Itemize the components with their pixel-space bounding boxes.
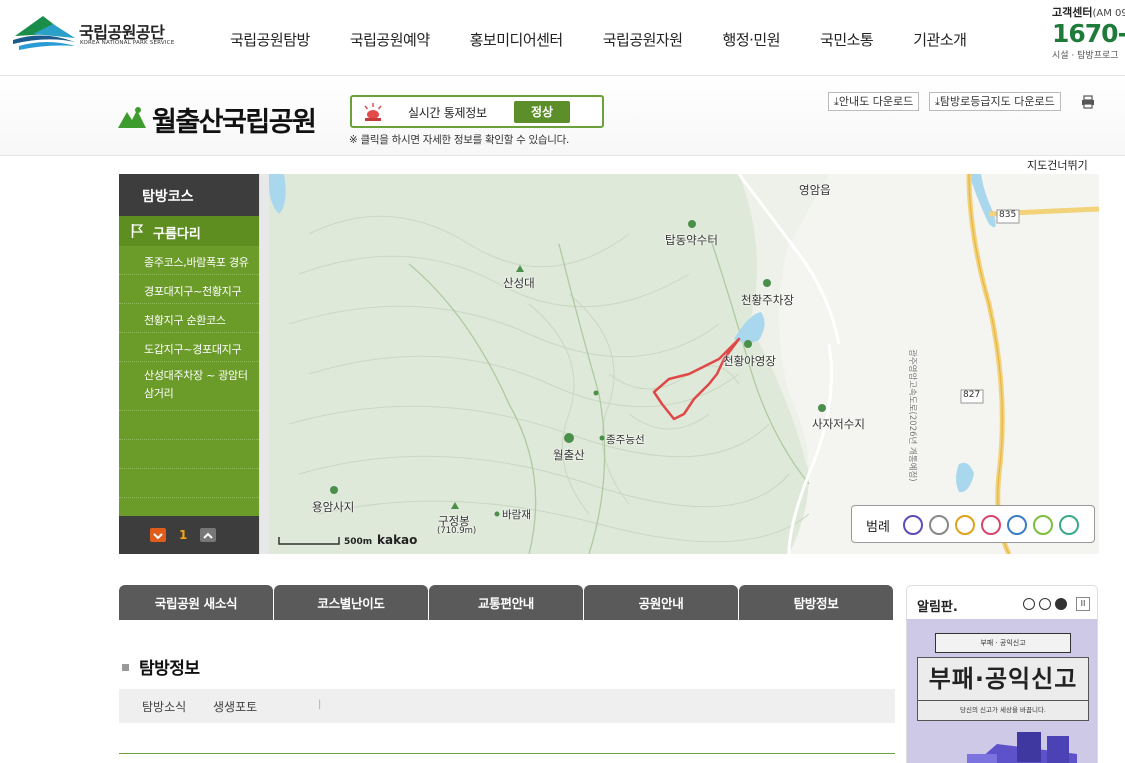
map-label-highway: 광주영암고속도로(2026년 개통예정) (907, 349, 917, 482)
parking-icon[interactable] (1007, 515, 1027, 535)
skip-map-link[interactable]: 지도건너뛰기 (1027, 157, 1088, 173)
legend-title: 범례 (866, 520, 890, 535)
chevron-up-icon[interactable] (200, 528, 216, 542)
subnav-separator: | (318, 699, 322, 710)
chevron-down-icon[interactable] (150, 528, 166, 542)
sidebar-item-active[interactable]: 구름다리 (119, 216, 275, 246)
cs-subtext: 시설 · 탐방프로그 (1052, 51, 1119, 61)
park-title-band: 월출산국립공원 실시간 통제정보 정상 ※ 클릭을 하시면 자세한 정보를 확인… (0, 76, 1125, 156)
siren-icon (364, 103, 382, 121)
map-label-baramjae: 바람재 (502, 509, 531, 521)
park-title: 월출산국립공원 (152, 107, 317, 138)
sidebar-title: 탐방코스 (119, 174, 259, 216)
road-number-835: 835 (999, 210, 1017, 220)
trail-course-sidebar: 탐방코스 구름다리 종주코스,바람폭포 경유 경포대지구~천황지구 천황지구 순… (119, 174, 275, 554)
banner-headline: 부패·공익신고 (917, 657, 1089, 701)
camp-icon[interactable] (955, 515, 975, 535)
water-icon[interactable] (1059, 515, 1079, 535)
notice-board: 알림판. II 부패 · 공익신고 부패·공익신고 당신의 신고가 세상을 바꿉… (906, 585, 1098, 763)
shelter-icon[interactable] (929, 515, 949, 535)
map-legend: 범례 (851, 505, 1095, 543)
nav-item-about[interactable]: 기관소개 (893, 29, 986, 50)
subnav-visit-news[interactable]: 탐방소식 (142, 698, 186, 715)
map-label-wolchulsan: 월출산 (553, 448, 585, 462)
map-label-cheonhwang-parking: 천황주차장 (741, 293, 794, 307)
info-tabs: 국립공원 새소식 코스별난이도 교통편안내 공원안내 탐방정보 (119, 585, 894, 620)
control-status-badge: 정상 (514, 101, 570, 123)
cs-title: 고객센터(AM 09 (1052, 6, 1125, 19)
map-label-gujeongbong-height: (710.9m) (437, 526, 477, 536)
map-label-yongamsaji: 용암사지 (312, 500, 355, 514)
map-label-cheonhwang-camp: 천황야영장 (723, 354, 776, 368)
nav-item-resources[interactable]: 국립공원자원 (583, 29, 703, 50)
tab-visit-info[interactable]: 탐방정보 (739, 585, 893, 620)
logo-mountain-icon (13, 16, 75, 50)
course-list: 종주코스,바람폭포 경유 경포대지구~천황지구 천황지구 순환코스 도갑지구~경… (119, 246, 259, 498)
map-label-jongju: 종주능선 (606, 434, 645, 446)
banner-top-text: 부패 · 공익신고 (935, 633, 1071, 653)
nav-item-park-visit[interactable]: 국립공원탐방 (210, 29, 330, 50)
sidebar-empty-row (119, 469, 259, 498)
map-label-yeongam: 영암읍 (799, 183, 831, 197)
subnav-live-photo[interactable]: 생생포토 (213, 698, 257, 715)
page-number: 1 (179, 528, 188, 542)
nav-item-reservation[interactable]: 국립공원예약 (330, 29, 450, 50)
map-provider-logo: kakao (377, 533, 418, 547)
sidebar-item-course-4[interactable]: 도갑지구~경포대지구 (119, 333, 259, 362)
sidebar-item-course-2[interactable]: 경포대지구~천황지구 (119, 275, 259, 304)
tab-park-guide[interactable]: 공원안내 (584, 585, 738, 620)
map-label-sanseongdae: 산성대 (503, 276, 535, 290)
tab-park-news[interactable]: 국립공원 새소식 (119, 585, 273, 620)
site-header: 국립공원공단 KOREA NATIONAL PARK SERVICE 국립공원탐… (0, 0, 1125, 76)
section-subnav: 탐방소식 | 생생포토 (119, 689, 895, 723)
map-label-tapdong: 탑동약수터 (665, 233, 718, 247)
section-title: 탐방정보 (122, 654, 200, 679)
tab-course-difficulty[interactable]: 코스별난이도 (274, 585, 428, 620)
map-scale: 500m (344, 537, 373, 547)
sidebar-scrollbar[interactable] (259, 174, 269, 554)
download-guide-map-button[interactable]: ⤓안내도 다운로드 (828, 92, 920, 111)
tab-transport[interactable]: 교통편안내 (429, 585, 583, 620)
trail-map[interactable]: 영암읍 탑동약수터 산성대 천황주차장 천황야영장 사자저수지 월출산 종주능선… (269, 174, 1099, 554)
realtime-control-info[interactable]: 실시간 통제정보 정상 (350, 95, 604, 128)
control-note: ※ 클릭을 하시면 자세한 정보를 확인할 수 있습니다. (349, 134, 569, 146)
customer-center: 고객센터(AM 09 1670-9 시설 · 탐방프로그 (1052, 4, 1125, 61)
nav-item-communication[interactable]: 국민소통 (800, 29, 893, 50)
share-icon[interactable] (1033, 515, 1053, 535)
notice-banner[interactable]: 부패 · 공익신고 부패·공익신고 당신의 신고가 세상을 바꿉니다. (907, 619, 1097, 763)
logo-subtext: KOREA NATIONAL PARK SERVICE (80, 40, 175, 46)
sidebar-item-course-1[interactable]: 종주코스,바람폭포 경유 (119, 246, 259, 275)
banner-subtext: 당신의 신고가 세상을 바꿉니다. (917, 701, 1089, 721)
sidebar-empty-row (119, 411, 259, 440)
bullet-icon (122, 663, 129, 671)
toilet-icon[interactable] (903, 515, 923, 535)
download-trail-grade-map-button[interactable]: ⤓탐방로등급지도 다운로드 (929, 92, 1061, 111)
flag-icon (131, 224, 143, 238)
road-number-827: 827 (963, 390, 981, 400)
sidebar-item-course-3[interactable]: 천황지구 순환코스 (119, 304, 259, 333)
banner-illustration (967, 732, 1077, 763)
cs-phone-number: 1670-9 (1052, 19, 1125, 48)
content-divider (119, 753, 895, 754)
control-label: 실시간 통제정보 (408, 106, 487, 120)
park-mountain-icon (118, 107, 146, 128)
pause-icon[interactable]: II (1076, 597, 1090, 611)
notice-title: 알림판. (917, 600, 958, 615)
slide-dot-3[interactable] (1055, 598, 1067, 610)
map-label-sajajeosuji: 사자저수지 (812, 417, 865, 431)
main-nav: 국립공원탐방 국립공원예약 홍보미디어센터 국립공원자원 행정·민원 국민소통 … (210, 29, 986, 50)
sidebar-item-course-5[interactable]: 산성대주차장 ~ 광암터 삼거리 (119, 362, 259, 411)
sidebar-item-label: 구름다리 (153, 227, 201, 242)
slide-dot-1[interactable] (1023, 598, 1035, 610)
sidebar-pagination: 1 (119, 516, 259, 554)
info-icon[interactable] (981, 515, 1001, 535)
nav-item-media-center[interactable]: 홍보미디어센터 (450, 29, 583, 50)
print-icon[interactable] (1081, 95, 1095, 109)
map-terrain (269, 174, 1099, 554)
slide-dot-2[interactable] (1039, 598, 1051, 610)
sidebar-empty-row (119, 440, 259, 469)
nav-item-civil-affairs[interactable]: 행정·민원 (703, 29, 800, 50)
